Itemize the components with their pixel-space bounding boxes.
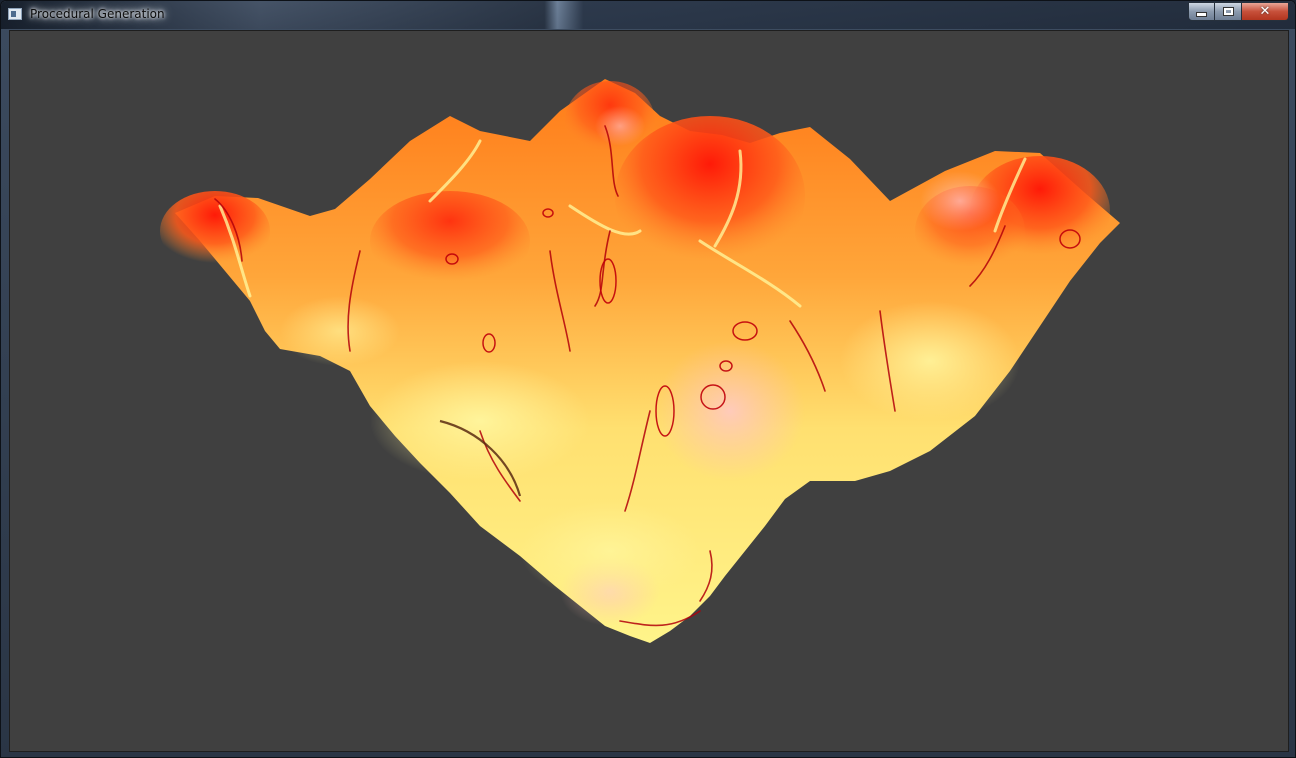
app-icon[interactable]: [8, 8, 22, 20]
maximize-icon: [1222, 7, 1234, 16]
minimize-button[interactable]: [1188, 2, 1215, 21]
maximize-button[interactable]: [1215, 2, 1242, 21]
close-icon: ✕: [1259, 4, 1271, 19]
window-title: Procedural Generation: [30, 7, 165, 21]
window-controls: ✕: [1188, 2, 1289, 21]
terrain-mesh: [160, 79, 1120, 643]
app-window: Procedural Generation ✕: [0, 0, 1296, 758]
title-bar[interactable]: Procedural Generation ✕: [1, 1, 1295, 29]
close-button[interactable]: ✕: [1242, 2, 1289, 21]
render-viewport[interactable]: [9, 30, 1289, 752]
minimize-icon: [1196, 12, 1207, 17]
